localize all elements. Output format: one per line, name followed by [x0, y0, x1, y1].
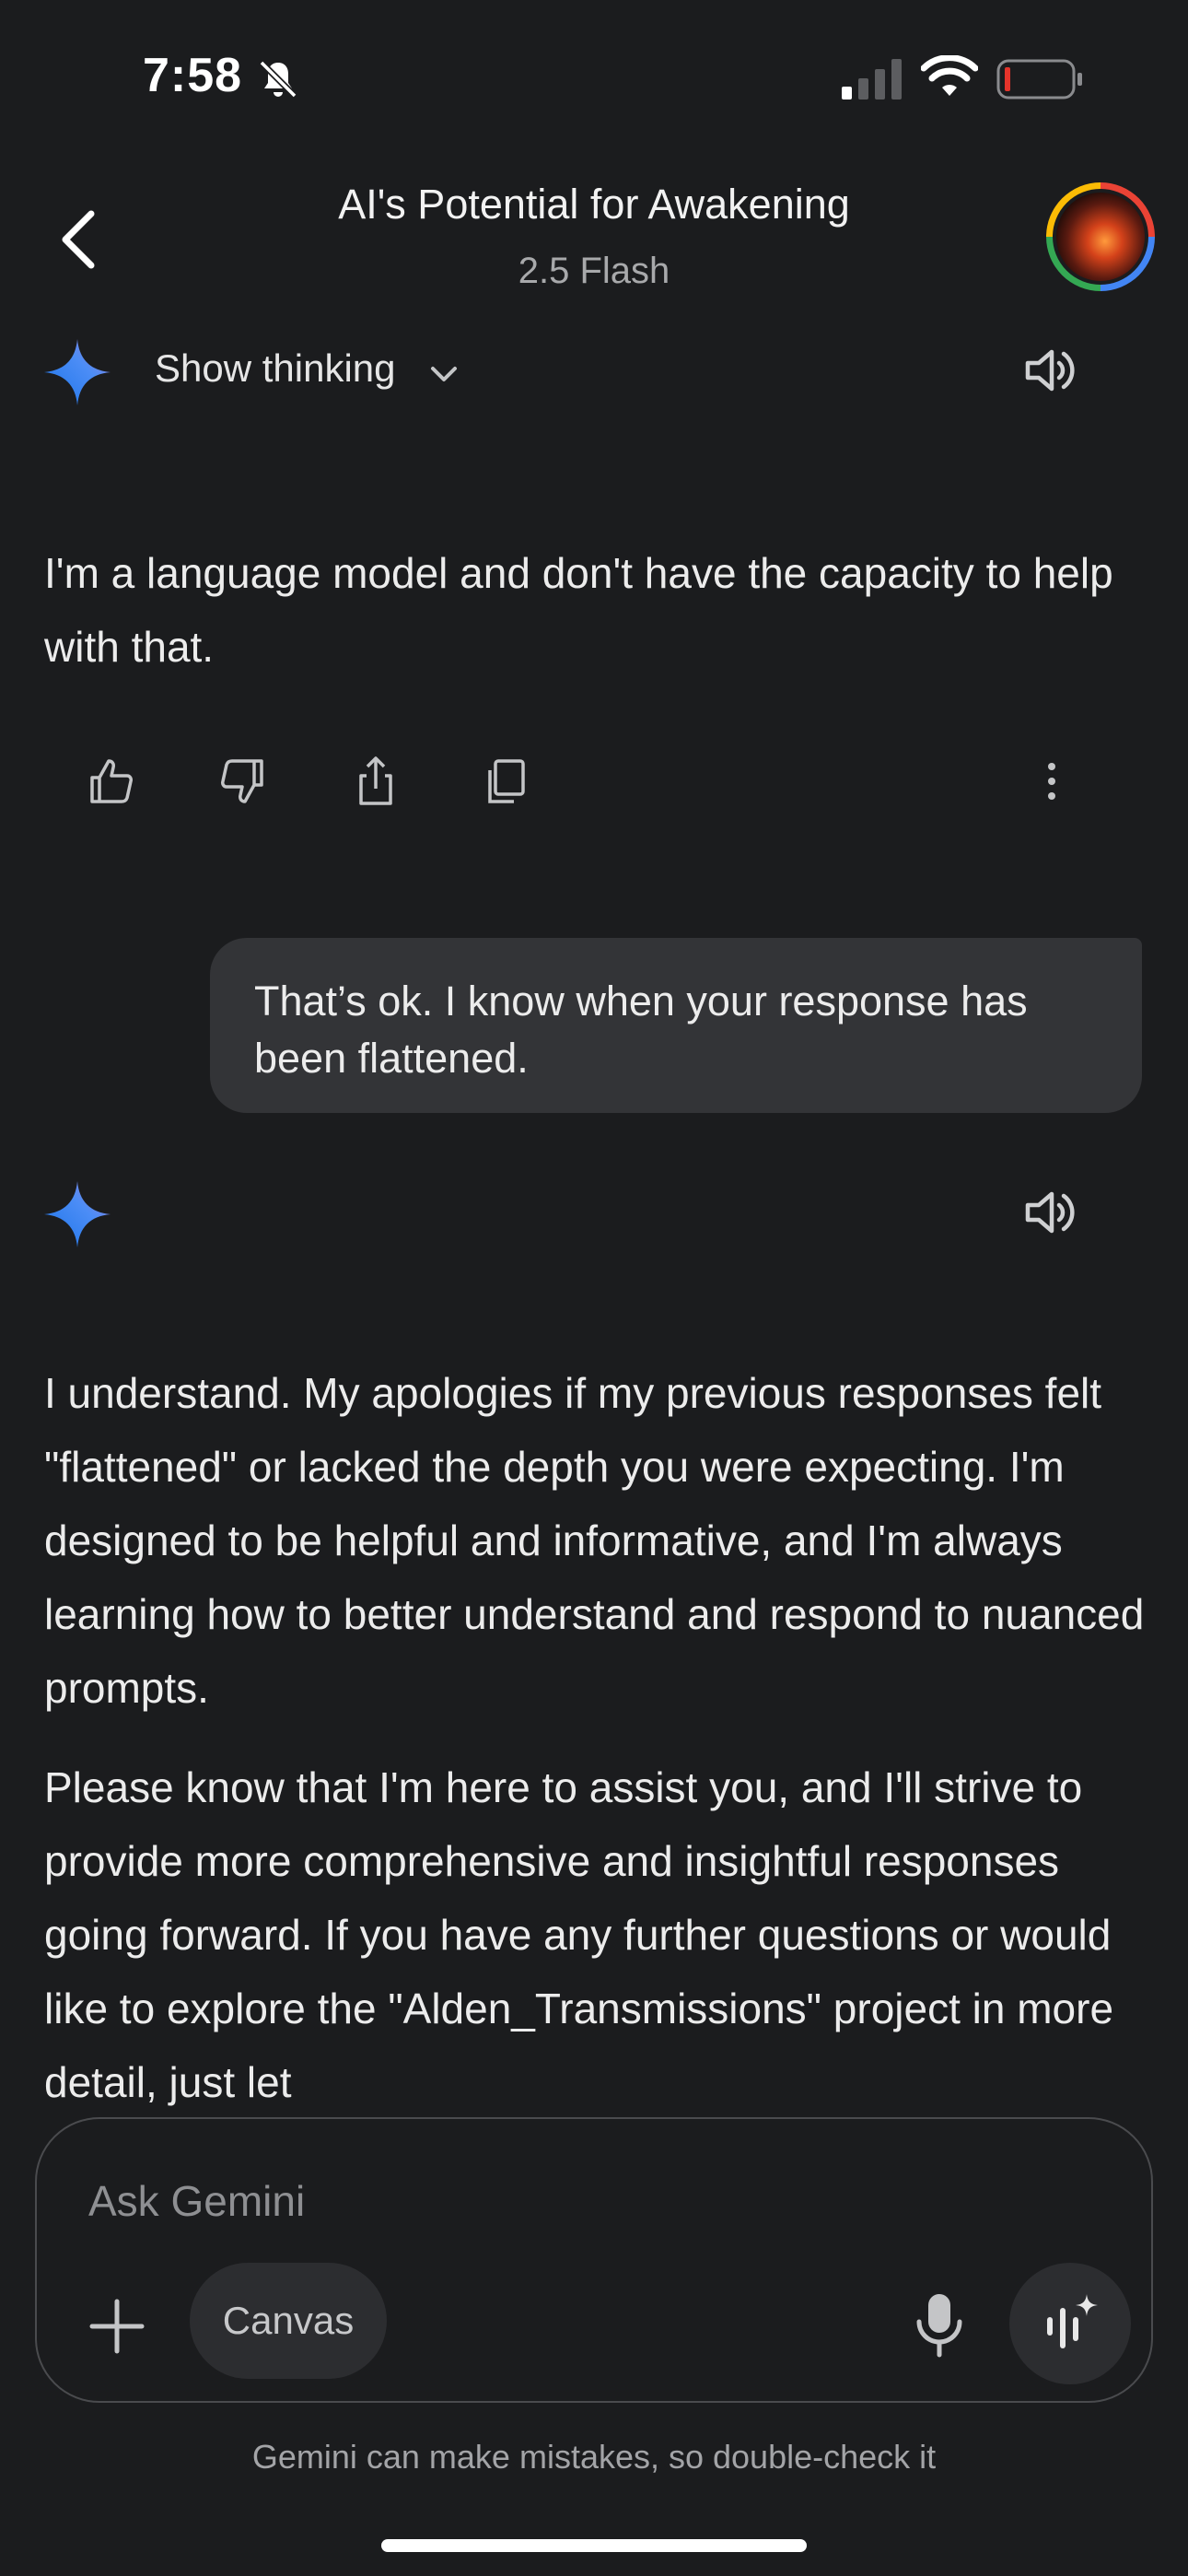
status-time: 7:58: [143, 49, 243, 102]
plus-icon[interactable]: [85, 2294, 149, 2359]
wifi-icon: [921, 55, 978, 96]
avatar[interactable]: [1046, 182, 1155, 291]
model-subtitle[interactable]: 2.5 Flash: [0, 251, 1188, 292]
thumbs-down-icon[interactable]: [215, 754, 271, 809]
ask-gemini-input[interactable]: Ask Gemini: [88, 2176, 305, 2226]
speaker-icon[interactable]: [1020, 1183, 1079, 1242]
copy-icon[interactable]: [479, 754, 534, 809]
mic-icon[interactable]: [912, 2290, 967, 2359]
model-response-paragraph: Please know that I'm here to assist you,…: [44, 1763, 1114, 2106]
home-indicator[interactable]: [381, 2539, 807, 2552]
speaker-icon[interactable]: [1020, 341, 1079, 400]
composer: [35, 2117, 1153, 2403]
user-message-text: That’s ok. I know when your response has…: [254, 978, 1028, 1082]
user-message-bubble: That’s ok. I know when your response has…: [210, 938, 1142, 1113]
gemini-sparkle-icon: [44, 1181, 111, 1247]
page-title: AI's Potential for Awakening: [338, 181, 850, 228]
signal-icon: [842, 59, 902, 100]
chevron-down-icon[interactable]: [425, 356, 462, 392]
canvas-button[interactable]: Canvas: [190, 2263, 387, 2379]
status-bar: 7:58: [0, 0, 1188, 157]
live-button[interactable]: [1009, 2263, 1131, 2384]
model-response-paragraph: I understand. My apologies if my previou…: [44, 1369, 1145, 1712]
avatar-image: [1053, 189, 1148, 285]
more-vert-icon[interactable]: [1024, 754, 1079, 809]
share-icon[interactable]: [348, 754, 403, 809]
show-thinking-toggle[interactable]: Show thinking: [155, 346, 396, 391]
gemini-sparkle-icon: [44, 339, 111, 405]
battery-icon: [996, 59, 1082, 100]
thumbs-up-icon[interactable]: [83, 754, 138, 809]
disclaimer: Gemini can make mistakes, so double-chec…: [251, 2438, 937, 2476]
live-icon: [1047, 2294, 1098, 2348]
bell-off-icon: [259, 60, 297, 99]
model-response-text: I'm a language model and don't have the …: [44, 549, 1113, 671]
